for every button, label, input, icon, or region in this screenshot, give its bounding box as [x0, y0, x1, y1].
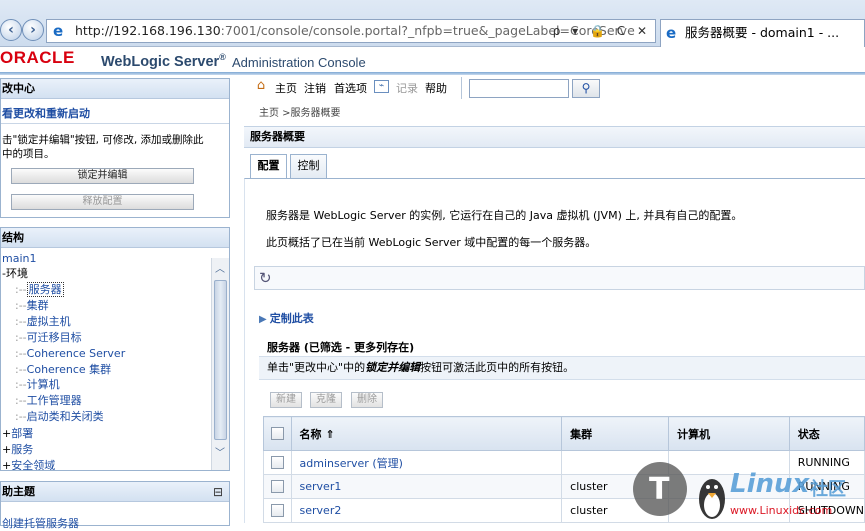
server-name: server1: [290, 474, 563, 499]
server-name: server2: [290, 498, 563, 523]
row-checkbox[interactable]: [270, 480, 284, 494]
tree-item-servers[interactable]: :-- 服务器: [15, 282, 64, 297]
collapse-icon[interactable]: ⊟: [213, 485, 223, 499]
divider: [1, 123, 229, 124]
domain-structure-panel: 结构 main1 -环境 :-- 服务器 :--集群 :--虚拟主机 :--可迁移…: [0, 227, 230, 471]
home-icon[interactable]: ⌂: [253, 78, 269, 94]
header-divider: [0, 72, 865, 75]
scroll-down-icon[interactable]: ﹀: [215, 444, 225, 459]
column-name[interactable]: 名称 ⇑: [290, 416, 563, 451]
tree-item-work-managers[interactable]: :--工作管理器: [15, 394, 82, 408]
tree-scrollbar[interactable]: ︿ ﹀: [211, 258, 229, 470]
server-link[interactable]: server1: [300, 480, 342, 493]
search-button[interactable]: ⚲: [572, 79, 600, 98]
tree-item-virtual-hosts[interactable]: :--虚拟主机: [15, 315, 71, 329]
ie-page-icon: e: [53, 22, 64, 40]
clone-button[interactable]: 克隆: [310, 392, 342, 408]
preferences-link[interactable]: 首选项: [334, 80, 367, 96]
watermark-text: Linux: [730, 469, 810, 499]
select-all-checkbox[interactable]: [270, 427, 284, 441]
url-host: http://192.168.196.130: [75, 23, 221, 38]
tree-item-security-realms[interactable]: +安全领域: [2, 459, 55, 470]
column-machine[interactable]: 计算机: [668, 416, 790, 451]
help-link[interactable]: 帮助: [425, 80, 447, 96]
record-icon[interactable]: ⌁: [374, 80, 389, 93]
server-link[interactable]: adminserver (管理): [300, 457, 403, 470]
view-changes-link[interactable]: 看更改和重新启动: [2, 105, 90, 121]
table-title: 服务器 (已筛选 - 更多列存在): [267, 341, 415, 354]
product-name: WebLogic Server®: [101, 52, 226, 70]
expand-triangle-icon: ▶: [259, 314, 267, 325]
row-select[interactable]: [263, 474, 292, 499]
server-name: adminserver (管理): [290, 450, 563, 475]
server-link[interactable]: server2: [300, 504, 342, 517]
tree-item-environment[interactable]: -环境: [2, 267, 28, 281]
tree-item-coherence-cluster[interactable]: :--Coherence 集群: [15, 363, 111, 377]
description-line-2: 此页概括了已在当前 WebLogic Server 域中配置的每一个服务器。: [266, 236, 597, 249]
change-center-panel: 改中心 看更改和重新启动 击"锁定并编辑"按钮, 可修改, 添加或删除此 中的项…: [0, 78, 230, 218]
refresh-icon[interactable]: ↻: [259, 269, 272, 287]
svg-text:T: T: [649, 472, 670, 507]
change-center-desc-2: 中的项目。: [2, 148, 55, 160]
help-topics-title: 助主题: [1, 482, 229, 502]
page-title: 服务器概要: [244, 126, 865, 148]
tree-item-migratable-targets[interactable]: :--可迁移目标: [15, 331, 82, 345]
tab-control[interactable]: 控制: [290, 154, 327, 178]
scroll-up-icon[interactable]: ︿: [215, 260, 225, 275]
lock-and-edit-button[interactable]: 锁定并编辑: [11, 168, 194, 184]
row-checkbox[interactable]: [270, 456, 284, 470]
scroll-thumb[interactable]: [214, 280, 227, 440]
refresh-bar: ↻: [254, 266, 865, 290]
description-line-1: 服务器是 WebLogic Server 的实例, 它运行在自己的 Java 虚…: [266, 209, 743, 222]
logout-link[interactable]: 注销: [304, 80, 326, 96]
new-button[interactable]: 新建: [270, 392, 302, 408]
tab-title: 服务器概要 - domain1 - ...: [685, 25, 840, 40]
help-topic-link[interactable]: 创建托管服务器: [2, 515, 79, 531]
row-checkbox[interactable]: [270, 504, 284, 518]
tree-item-machines[interactable]: :--计算机: [15, 378, 60, 392]
tree-item-clusters[interactable]: :--集群: [15, 299, 49, 313]
magnifier-icon: ⚲: [581, 81, 591, 95]
tree-item-coherence-server[interactable]: :--Coherence Server: [15, 347, 125, 361]
column-state[interactable]: 状态: [788, 416, 865, 451]
tree-item-deployments[interactable]: +部署: [2, 427, 33, 441]
release-configuration-button[interactable]: 释放配置: [11, 194, 194, 210]
record-link[interactable]: 记录: [396, 80, 418, 96]
home-link[interactable]: 主页: [275, 80, 297, 96]
tree-item-startup-shutdown[interactable]: :--启动类和关闭类: [15, 410, 104, 424]
change-center-title: 改中心: [1, 79, 229, 99]
row-select[interactable]: [263, 498, 292, 523]
table-header-row: 名称 ⇑ 集群 计算机 状态: [263, 416, 865, 451]
change-center-desc-1: 击"锁定并编辑"按钮, 可修改, 添加或删除此: [2, 134, 204, 146]
info-bar: 单击"更改中心"中的锁定并编辑按钮可激活此页中的所有按钮。: [259, 356, 865, 380]
search-input[interactable]: [469, 79, 569, 98]
oracle-logo: ORACLE: [0, 48, 75, 67]
select-all-header[interactable]: [263, 416, 292, 451]
domain-structure-title: 结构: [1, 228, 229, 248]
tree-item-services[interactable]: +服务: [2, 443, 33, 457]
delete-button[interactable]: 删除: [351, 392, 383, 408]
forward-icon[interactable]: ›: [22, 19, 44, 41]
watermark-url: www.Linuxidc.com: [730, 504, 833, 517]
address-bar[interactable]: e http://192.168.196.130:7001/console/co…: [46, 19, 656, 43]
row-select[interactable]: [263, 450, 292, 475]
back-icon[interactable]: ‹: [0, 19, 22, 41]
ie-tab-icon: e: [666, 24, 677, 42]
watermark-text-cn: 社区: [810, 479, 846, 500]
tree-item-domain[interactable]: main1: [2, 252, 36, 266]
customize-table-link[interactable]: ▶ 定制此表: [259, 310, 314, 326]
toolbar-divider: [461, 77, 462, 99]
console-name: Administration Console: [232, 55, 366, 70]
browser-tab[interactable]: e 服务器概要 - domain1 - ...: [660, 19, 865, 47]
column-cluster[interactable]: 集群: [561, 416, 670, 451]
breadcrumb[interactable]: 主页 >服务器概要: [259, 104, 341, 119]
watermark: T Linux 社区 www.Linuxidc.com: [630, 455, 865, 523]
help-topics-panel: 助主题 ⊟ 创建托管服务器: [0, 481, 230, 530]
address-controls-icon[interactable]: ρ ▾ 🔒 C ✕: [553, 20, 651, 42]
tab-configuration[interactable]: 配置: [250, 154, 287, 179]
